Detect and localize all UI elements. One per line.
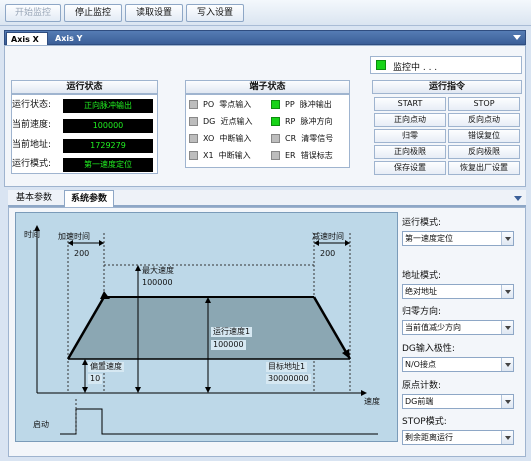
toolbar: 开始监控 停止监控 读取设置 写入设置 (0, 0, 531, 26)
terminal-er: ER 错误标志 (271, 150, 333, 162)
read-settings-button[interactable]: 读取设置 (125, 4, 183, 22)
led-off-icon (189, 134, 198, 143)
chevron-down-icon (501, 358, 513, 371)
monitor-led-icon (376, 60, 386, 70)
target-address-label: 目标地址1 (266, 362, 308, 372)
led-off-icon (189, 117, 198, 126)
dg-polarity-label: DG输入极性: (402, 344, 455, 354)
dg-polarity-select[interactable]: N/O接点 (402, 357, 514, 372)
home-direction-select[interactable]: 当前值减少方向 (402, 320, 514, 335)
run-status-title: 运行状态 (11, 80, 158, 94)
stop-monitor-button[interactable]: 停止监控 (64, 4, 122, 22)
bias-speed-label: 偏置速度 (88, 362, 124, 372)
param-tab-bar: 基本参数 系统参数 (8, 190, 526, 207)
forward-limit-button[interactable]: 正向极限 (374, 145, 446, 159)
terminal-dg: DG 近点输入 (189, 116, 252, 128)
terminal-x1: X1 中断输入 (189, 150, 251, 162)
write-settings-button[interactable]: 写入设置 (186, 4, 244, 22)
target-address-value: 30000000 (266, 374, 311, 384)
speed-profile-diagram: 时间 加速时间 减速时间 200 200 最大速度 100000 运行速度1 1… (15, 212, 398, 442)
current-speed-value: 100000 (63, 119, 153, 133)
chevron-down-icon (501, 395, 513, 408)
led-off-icon (189, 100, 198, 109)
run-mode-setting-label: 运行模式: (402, 218, 442, 228)
max-speed-value: 100000 (142, 278, 173, 287)
start-monitor-button[interactable]: 开始监控 (5, 4, 61, 22)
led-off-icon (271, 134, 280, 143)
tab-axis-y[interactable]: Axis Y (51, 32, 93, 45)
monitor-status-text: 监控中 . . . (393, 63, 438, 73)
stop-button[interactable]: STOP (448, 97, 520, 111)
decel-time-value: 200 (320, 249, 336, 258)
accel-time-label: 加速时间 (58, 232, 90, 241)
save-settings-button[interactable]: 保存设置 (374, 161, 446, 175)
decel-time-label: 减速时间 (312, 232, 344, 241)
bias-speed-value: 10 (88, 374, 103, 384)
terminal-cr: CR 清零信号 (271, 133, 333, 145)
run-state-value: 正向脉冲输出 (63, 99, 153, 113)
led-on-icon (271, 100, 280, 109)
run-commands-title: 运行指令 (372, 80, 522, 94)
jog-reverse-button[interactable]: 反向点动 (448, 113, 520, 127)
run-state-label: 运行状态: (12, 100, 52, 110)
run-speed-label: 运行速度1 (211, 327, 253, 337)
max-speed-label: 最大速度 (142, 266, 174, 275)
chevron-down-icon (501, 232, 513, 245)
factory-reset-button[interactable]: 恢复出厂设置 (448, 161, 520, 175)
tab-system-params[interactable]: 系统参数 (64, 190, 115, 207)
jog-forward-button[interactable]: 正向点动 (374, 113, 446, 127)
terminal-x0: XO 中断输入 (189, 133, 251, 145)
tab-axis-x[interactable]: Axis X (6, 32, 48, 45)
speed-profile-svg (34, 225, 378, 435)
time-axis-label: 时间 (24, 230, 40, 239)
tab-basic-params[interactable]: 基本参数 (10, 190, 58, 207)
stop-mode-select[interactable]: 剩余距离运行 (402, 430, 514, 445)
current-address-value: 1729279 (63, 139, 153, 153)
home-button[interactable]: 归零 (374, 129, 446, 143)
origin-count-select[interactable]: DG前端 (402, 394, 514, 409)
led-on-icon (271, 117, 280, 126)
terminal-po: PO 零点输入 (189, 99, 251, 111)
terminal-pp: PP 脉冲输出 (271, 99, 332, 111)
terminal-rp: RP 脉冲方向 (271, 116, 332, 128)
start-signal-label: 启动 (33, 420, 49, 429)
reverse-limit-button[interactable]: 反向极限 (448, 145, 520, 159)
chevron-down-icon (501, 321, 513, 334)
chevron-down-icon (501, 285, 513, 298)
terminal-status-title: 端子状态 (185, 80, 350, 94)
current-speed-label: 当前速度: (12, 120, 52, 130)
speed-profile-area (68, 297, 350, 359)
run-mode-value: 第一速度定位 (63, 158, 153, 172)
chevron-down-icon (501, 431, 513, 444)
monitor-indicator: 监控中 . . . (370, 56, 522, 74)
speed-axis-label: 速度 (364, 397, 380, 406)
stop-mode-label: STOP模式: (402, 417, 447, 427)
start-button[interactable]: START (374, 97, 446, 111)
home-direction-label: 归零方向: (402, 307, 442, 317)
start-pulse-line (60, 408, 378, 435)
address-mode-select[interactable]: 绝对地址 (402, 284, 514, 299)
accel-time-value: 200 (74, 249, 90, 258)
led-off-icon (271, 151, 280, 160)
current-address-label: 当前地址: (12, 140, 52, 150)
chevron-down-icon[interactable] (513, 35, 521, 40)
axis-tab-bar: Axis X Axis Y (4, 30, 526, 45)
led-off-icon (189, 151, 198, 160)
run-mode-select[interactable]: 第一速度定位 (402, 231, 514, 246)
address-mode-label: 地址模式: (402, 271, 442, 281)
error-reset-button[interactable]: 错误复位 (448, 129, 520, 143)
run-mode-label: 运行模式: (12, 159, 52, 169)
origin-count-label: 原点计数: (402, 381, 442, 391)
run-speed-value: 100000 (211, 340, 246, 350)
chevron-down-icon[interactable] (514, 196, 522, 201)
